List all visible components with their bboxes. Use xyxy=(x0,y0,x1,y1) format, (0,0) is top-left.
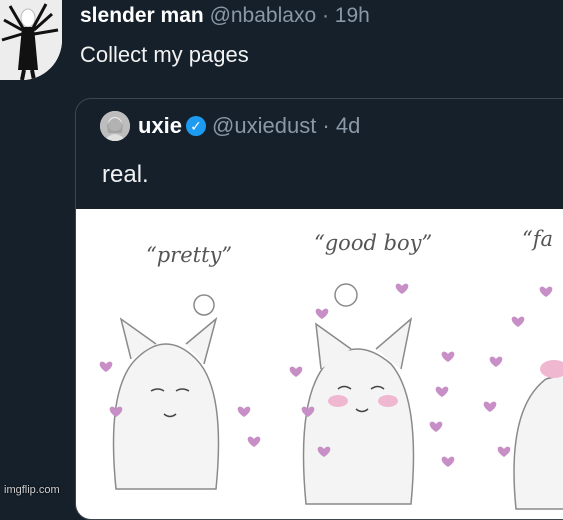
character-partial xyxy=(513,360,563,510)
verified-badge-icon: ✓ xyxy=(186,115,207,136)
tweet-time[interactable]: 19h xyxy=(335,4,370,27)
quoted-header-separator: · xyxy=(316,113,336,138)
author-name[interactable]: slender man xyxy=(80,4,204,27)
quoted-author-avatar[interactable] xyxy=(100,111,130,141)
quoted-tweet-header: uxie ✓ @uxiedust · 4d xyxy=(138,113,360,139)
tweet-text: Collect my pages xyxy=(80,42,249,67)
header-separator: · xyxy=(316,4,335,27)
character-pretty xyxy=(112,294,220,490)
quoted-tweet-text: real. xyxy=(102,161,149,188)
quoted-author-handle[interactable]: @uxiedust xyxy=(212,113,316,138)
quoted-tweet-image[interactable]: “pretty” “good boy” “fa xyxy=(76,209,563,519)
comic-drawing xyxy=(99,283,563,510)
author-handle[interactable]: @nbablaxo xyxy=(210,4,317,27)
imgflip-watermark: imgflip.com xyxy=(4,484,60,496)
quoted-tweet-time[interactable]: 4d xyxy=(336,113,360,138)
tweet-header: slender man @nbablaxo · 19h xyxy=(80,4,370,28)
quoted-author-name[interactable]: uxie xyxy=(138,113,182,138)
uxie-avatar-image xyxy=(100,111,130,141)
author-avatar[interactable] xyxy=(0,0,62,80)
slender-man-avatar-image xyxy=(0,0,62,80)
quoted-tweet-card[interactable]: uxie ✓ @uxiedust · 4d real. “pretty” “good… xyxy=(75,98,563,520)
